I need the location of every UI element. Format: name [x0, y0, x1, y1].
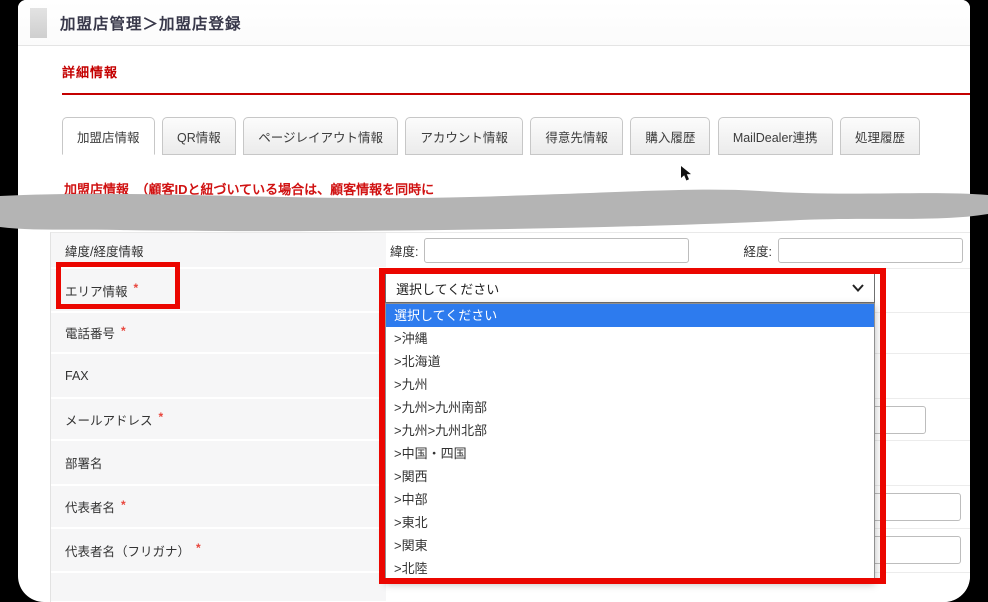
- header-accent-chip: [30, 8, 47, 38]
- row-label: 電話番号: [65, 327, 116, 341]
- area-option[interactable]: >中部: [386, 488, 874, 511]
- area-option[interactable]: >九州: [386, 373, 874, 396]
- area-select[interactable]: 選択してください: [385, 273, 875, 303]
- area-option[interactable]: >九州>九州南部: [386, 396, 874, 419]
- app-window: 加盟店管理＞加盟店登録 詳細情報 加盟店情報 QR情報 ページレイアウト情報 ア…: [18, 0, 970, 602]
- page-header: 加盟店管理＞加盟店登録: [18, 0, 970, 46]
- required-mark: *: [121, 323, 126, 338]
- area-option[interactable]: >中国・四国: [386, 442, 874, 465]
- row-label: FAX: [65, 368, 89, 383]
- area-dropdown: 選択してください 選択してください >沖縄 >北海道 >九州 >九州>九州南部 …: [385, 273, 875, 581]
- area-option[interactable]: 選択してください: [386, 304, 874, 327]
- tab-account-info[interactable]: アカウント情報: [405, 117, 523, 155]
- required-mark: *: [133, 281, 139, 295]
- area-option[interactable]: >北海道: [386, 350, 874, 373]
- tab-process-history[interactable]: 処理履歴: [840, 117, 921, 155]
- tab-maildealer-link[interactable]: MailDealer連携: [717, 117, 833, 155]
- row-label: 緯度/経度情報: [65, 244, 144, 259]
- required-mark: *: [121, 497, 126, 512]
- area-option[interactable]: >東北: [386, 511, 874, 534]
- longitude-label: 経度:: [743, 245, 772, 259]
- mouse-cursor-icon: [681, 166, 691, 181]
- latitude-label: 緯度:: [390, 245, 419, 259]
- tab-merchant-info[interactable]: 加盟店情報: [62, 117, 155, 155]
- tab-purchase-history[interactable]: 購入履歴: [630, 117, 711, 155]
- tab-qr-info[interactable]: QR情報: [161, 117, 236, 155]
- area-option-list: 選択してください >沖縄 >北海道 >九州 >九州>九州南部 >九州>九州北部 …: [385, 303, 875, 581]
- area-select-value: 選択してください: [396, 281, 500, 297]
- tab-page-layout-info[interactable]: ページレイアウト情報: [243, 117, 398, 155]
- row-label: 代表者名（フリガナ）: [65, 544, 191, 559]
- tab-bar: 加盟店情報 QR情報 ページレイアウト情報 アカウント情報 得意先情報 購入履歴…: [62, 117, 923, 155]
- area-option[interactable]: >九州>九州北部: [386, 419, 874, 442]
- redaction-swoosh: [0, 189, 988, 232]
- area-option[interactable]: >関東: [386, 534, 874, 557]
- page-title: 加盟店管理＞加盟店登録: [60, 16, 242, 33]
- area-option[interactable]: >沖縄: [386, 327, 874, 350]
- row-label: エリア情報: [65, 284, 128, 299]
- row-label: メールアドレス: [65, 413, 153, 428]
- latitude-input[interactable]: [424, 238, 690, 263]
- section-title: 詳細情報: [62, 65, 119, 80]
- tab-customer-info[interactable]: 得意先情報: [530, 117, 623, 155]
- row-label: 部署名: [65, 457, 103, 471]
- area-option[interactable]: >関西: [386, 465, 874, 488]
- required-mark: *: [196, 541, 201, 555]
- table-row-latlng: 緯度/経度情報 緯度: 経度:: [51, 233, 970, 269]
- chevron-down-icon: [852, 284, 864, 292]
- required-mark: *: [158, 410, 164, 424]
- area-option[interactable]: >北陸: [386, 557, 874, 580]
- row-label: 代表者名: [65, 501, 116, 515]
- longitude-input[interactable]: [777, 238, 963, 263]
- section-divider: [62, 93, 970, 95]
